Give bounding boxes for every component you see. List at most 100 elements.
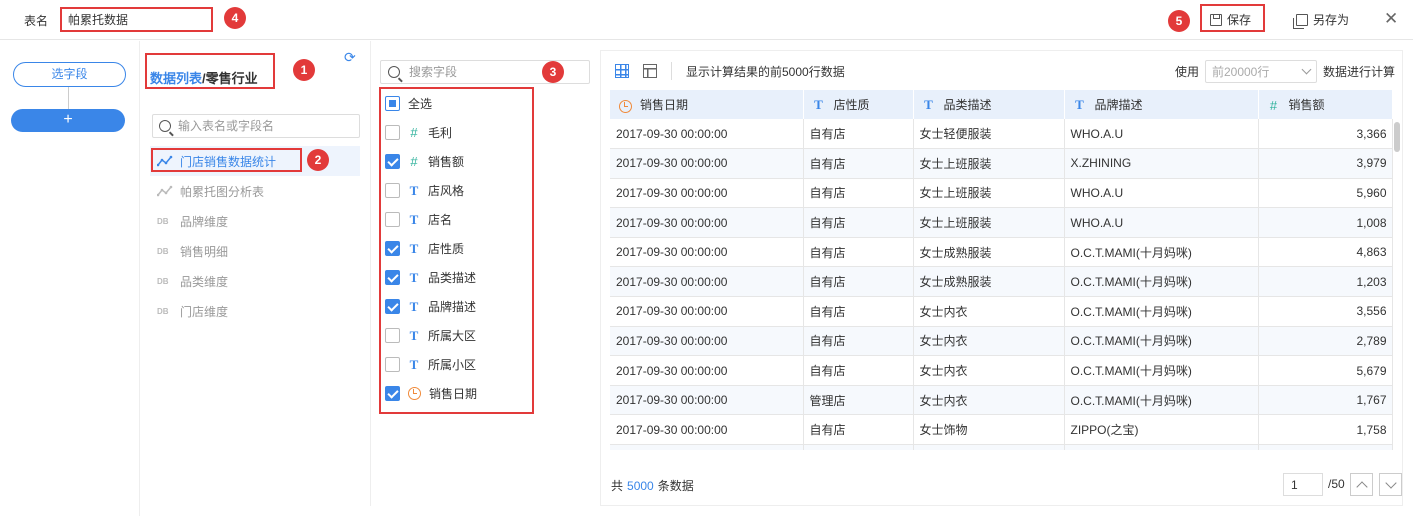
save-as-icon: [1293, 13, 1308, 29]
layout-view-icon[interactable]: [643, 64, 657, 78]
rows-select[interactable]: 前20000行: [1204, 59, 1317, 83]
breadcrumb-data-list-link[interactable]: 数据列表: [150, 71, 202, 86]
table-scrollbar[interactable]: [1394, 122, 1400, 152]
checkbox-checked[interactable]: [385, 299, 400, 314]
field-item[interactable]: T 店性质: [381, 234, 531, 263]
table-cell: 2017-09-30 00:00:00: [610, 178, 804, 209]
checkbox[interactable]: [385, 357, 400, 372]
field-list: 全选 # 毛利 # 销售额 T 店风格 T 店名 T 店性质 T 品类描述 T …: [381, 89, 531, 408]
search-icon: [388, 66, 400, 78]
table-row: 2017-09-30 00:00:00 管理店 女士内衣 O.C.T.MAMI(十月妈…: [610, 385, 1393, 416]
checkbox-checked[interactable]: [385, 154, 400, 169]
table-cell: 3,366: [1258, 119, 1393, 150]
column-header[interactable]: T 品类描述: [913, 90, 1065, 119]
table-row: 2017-09-30 00:00:00 自有店 女士内衣 O.C.T.MAMI(十月妈…: [610, 296, 1393, 327]
table-cell: [1064, 444, 1259, 450]
table-list: 门店销售数据统计 帕累托图分析表 DB 品牌维度 DB 销售明细 DB 品类维度…: [150, 146, 360, 326]
field-item[interactable]: T 品类描述: [381, 263, 531, 292]
table-search-input[interactable]: [178, 119, 348, 133]
preview-table-wrap: 销售日期 T 店性质 T 品类描述 T 品牌描述 # 销售额 2017-09-30 00…: [610, 90, 1393, 450]
column-header[interactable]: # 销售额: [1258, 90, 1393, 119]
field-item[interactable]: T 所属小区: [381, 350, 531, 379]
table-cell: 女士轻便服装: [913, 119, 1065, 150]
table-item-brand[interactable]: DB 品牌维度: [150, 206, 360, 236]
field-label: 销售日期: [429, 387, 478, 401]
table-item-store[interactable]: DB 门店维度: [150, 296, 360, 326]
column-header[interactable]: 销售日期: [610, 90, 804, 119]
checkbox-checked[interactable]: [385, 270, 400, 285]
table-cell: 4,863: [1258, 237, 1393, 268]
text-type-icon: T: [924, 97, 933, 113]
field-item[interactable]: 销售日期: [381, 379, 531, 408]
table-cell: 女士上班服装: [913, 207, 1065, 238]
next-page-button[interactable]: [1379, 473, 1402, 496]
table-cell: 1,203: [1258, 266, 1393, 298]
calc-label: 数据进行计算: [1322, 64, 1395, 79]
table-cell: WHO.A.U: [1064, 119, 1259, 150]
column-header[interactable]: T 店性质: [803, 90, 914, 119]
clock-icon: [408, 387, 421, 400]
pick-field-button[interactable]: 选字段: [13, 62, 126, 87]
table-cell: 自有店: [803, 266, 914, 298]
preview-table: 销售日期 T 店性质 T 品类描述 T 品牌描述 # 销售额 2017-09-30 00…: [610, 90, 1393, 450]
field-item[interactable]: T 品牌描述: [381, 292, 531, 321]
prev-page-button[interactable]: [1350, 473, 1373, 496]
table-view-icon[interactable]: [615, 64, 629, 78]
add-step-button[interactable]: +: [11, 109, 125, 132]
field-search-input[interactable]: [409, 65, 559, 79]
table-cell: 5,679: [1258, 355, 1393, 386]
refresh-icon[interactable]: ⟳: [344, 50, 358, 64]
save-button[interactable]: 保存: [1210, 11, 1251, 28]
checkbox-partial[interactable]: [385, 96, 400, 111]
table-search-box[interactable]: [152, 114, 360, 138]
save-as-button[interactable]: 另存为: [1293, 11, 1349, 29]
db-icon: DB: [157, 276, 169, 286]
table-row: [610, 444, 1393, 450]
column-header[interactable]: T 品牌描述: [1064, 90, 1259, 119]
field-item[interactable]: T 所属大区: [381, 321, 531, 350]
table-header-row: 销售日期 T 店性质 T 品类描述 T 品牌描述 # 销售额: [610, 90, 1393, 119]
checkbox[interactable]: [385, 125, 400, 140]
page-number-input[interactable]: [1283, 473, 1323, 496]
rail-connector: [68, 87, 69, 109]
table-cell: WHO.A.U: [1064, 178, 1259, 209]
save-icon: [1210, 13, 1222, 26]
field-label: 毛利: [428, 126, 453, 140]
table-cell: 1,008: [1258, 207, 1393, 238]
table-cell: 自有店: [803, 148, 914, 179]
table-name-input[interactable]: [60, 8, 213, 31]
use-label: 使用: [1174, 64, 1199, 79]
checkbox[interactable]: [385, 328, 400, 343]
table-row: 2017-09-30 00:00:00 自有店 女士内衣 O.C.T.MAMI(十月妈…: [610, 355, 1393, 386]
table-cell: 1,758: [1258, 414, 1393, 446]
checkbox[interactable]: [385, 212, 400, 227]
table-item-category[interactable]: DB 品类维度: [150, 266, 360, 296]
checkbox-checked[interactable]: [385, 241, 400, 256]
table-cell: 5,960: [1258, 178, 1393, 209]
table-item-sales-detail[interactable]: DB 销售明细: [150, 236, 360, 266]
table-cell: 女士饰物: [913, 414, 1065, 446]
text-type-icon: T: [1075, 97, 1084, 113]
field-item[interactable]: # 销售额: [381, 147, 531, 176]
field-item[interactable]: T 店名: [381, 205, 531, 234]
table-cell: 自有店: [803, 178, 914, 209]
field-item[interactable]: # 毛利: [381, 118, 531, 147]
checkbox-checked[interactable]: [385, 386, 400, 401]
checkbox[interactable]: [385, 183, 400, 198]
table-cell: 2017-09-30 00:00:00: [610, 326, 804, 357]
table-cell: 女士内衣: [913, 296, 1065, 327]
chevron-down-icon: [1301, 64, 1312, 74]
field-select-all[interactable]: 全选: [381, 89, 531, 118]
field-item[interactable]: T 店风格: [381, 176, 531, 205]
table-row: 2017-09-30 00:00:00 自有店 女士轻便服装 WHO.A.U 3,366: [610, 119, 1393, 150]
table-cell: O.C.T.MAMI(十月妈咪): [1064, 385, 1259, 416]
table-cell: 女士成熟服装: [913, 237, 1065, 268]
table-row: 2017-09-30 00:00:00 自有店 女士上班服装 X.ZHINING 3,9…: [610, 148, 1393, 179]
table-cell: 2017-09-30 00:00:00: [610, 266, 804, 298]
text-type-icon: T: [409, 182, 419, 198]
table-item-pareto[interactable]: 帕累托图分析表: [150, 176, 360, 206]
close-icon[interactable]: ✕: [1384, 9, 1398, 29]
page-total: /50: [1328, 477, 1345, 491]
table-cell: 2017-09-30 00:00:00: [610, 385, 804, 416]
table-cell: 自有店: [803, 414, 914, 446]
